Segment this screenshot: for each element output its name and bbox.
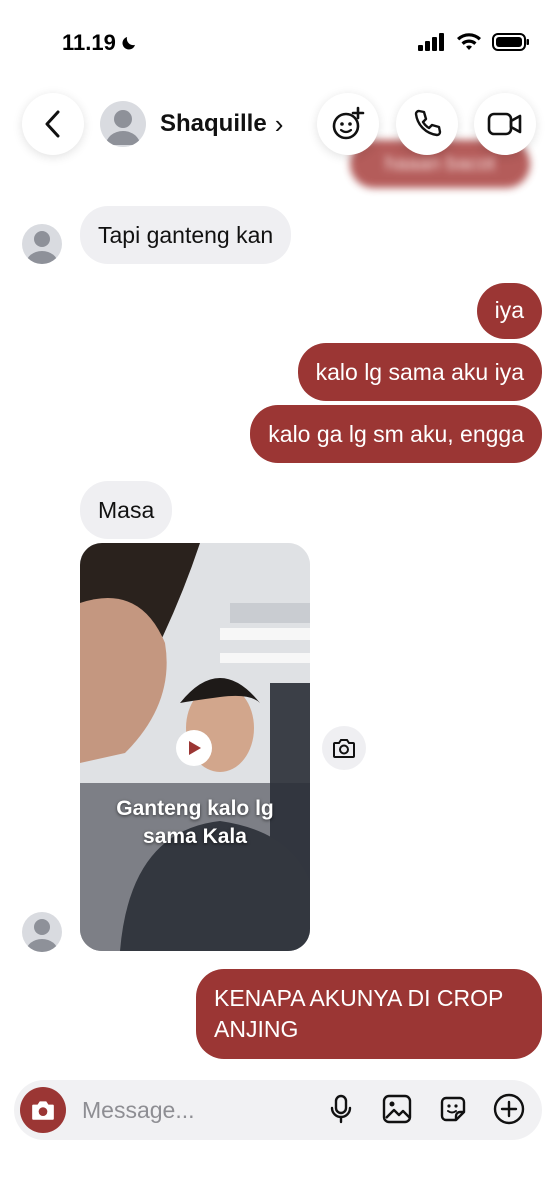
time-text: 11.19: [62, 30, 116, 55]
voice-call-button[interactable]: [396, 93, 458, 155]
video-caption-line: Ganteng kalo lg: [116, 797, 274, 820]
message-bubble-outgoing[interactable]: kalo ga lg sm aku, engga: [250, 405, 542, 463]
status-time: 11.19: [62, 30, 138, 56]
microphone-icon: [330, 1094, 352, 1124]
contact-header[interactable]: Shaquille ›: [100, 94, 283, 154]
message-bubble-outgoing[interactable]: kalo lg sama aku iya: [297, 343, 542, 401]
message-bubble-incoming[interactable]: Masa: [80, 481, 173, 539]
plus-circle-icon: [493, 1093, 525, 1125]
phone-icon: [414, 109, 442, 137]
sender-avatar[interactable]: [22, 912, 62, 952]
chevron-left-icon: [45, 110, 60, 138]
reply-camera-button[interactable]: [322, 726, 366, 770]
default-avatar-icon: [26, 919, 58, 952]
contact-avatar: [100, 101, 146, 147]
gallery-button[interactable]: [380, 1092, 414, 1126]
video-camera-icon: [487, 112, 522, 136]
more-options-button[interactable]: [492, 1092, 526, 1126]
video-caption-line: sama Kala: [143, 825, 247, 848]
message-bubble-outgoing[interactable]: iya: [476, 283, 542, 339]
status-icons: [418, 32, 530, 52]
message-composer: [14, 1080, 542, 1140]
play-button[interactable]: [176, 730, 212, 766]
message-bubble-incoming[interactable]: Tapi ganteng kan: [80, 206, 292, 264]
video-call-button[interactable]: [474, 93, 536, 155]
back-button[interactable]: [22, 93, 84, 155]
moon-icon: [122, 37, 135, 50]
message-line: KENAPA AKUNYA DI CROP: [214, 985, 504, 1011]
add-effect-button[interactable]: [317, 93, 379, 155]
microphone-button[interactable]: [324, 1092, 358, 1126]
chevron-right-icon: ›: [274, 108, 284, 139]
message-bubble-outgoing[interactable]: KENAPA AKUNYA DI CROP ANJING: [196, 969, 542, 1059]
play-icon: [189, 741, 201, 755]
camera-button[interactable]: [20, 1087, 66, 1133]
video-caption: Ganteng kalo lg sama Kala: [80, 795, 310, 851]
image-icon: [382, 1094, 412, 1124]
sender-avatar[interactable]: [22, 224, 62, 264]
battery-icon: [492, 33, 529, 51]
signal-icon: [418, 33, 444, 51]
default-avatar-icon: [26, 231, 58, 264]
camera-icon: [32, 1101, 54, 1120]
wifi-icon: [457, 33, 481, 50]
sticker-button[interactable]: [436, 1092, 470, 1126]
sticker-icon: [440, 1096, 466, 1122]
default-avatar-icon: [106, 110, 140, 145]
camera-icon: [333, 739, 355, 758]
contact-name: Shaquille: [160, 110, 267, 137]
sticker-add-icon: [332, 106, 365, 140]
message-line: ANJING: [214, 1016, 299, 1042]
message-input[interactable]: [80, 1095, 304, 1125]
